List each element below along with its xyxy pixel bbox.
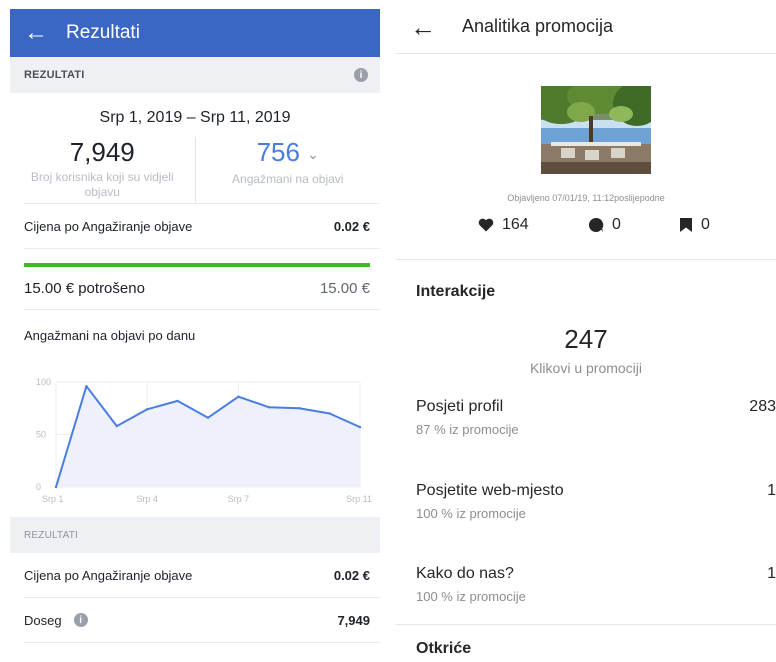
y-tick-label: 0 <box>36 482 41 492</box>
saves-metric: 0 <box>679 216 710 234</box>
info-icon[interactable]: i <box>354 68 368 82</box>
cost-value-2: 0.02 € <box>333 567 370 583</box>
x-tick-label: Srp 7 <box>228 494 250 504</box>
cost-label-2: Cijena po Angažiranje objave <box>24 567 193 583</box>
summary-stats: 7,949 Broj korisnika koji su vidjeli obj… <box>10 137 380 203</box>
engagement-chart: 0 50 100 Srp 1 Srp 4 Srp 7 Srp 11 <box>10 374 380 514</box>
results-header: ← Rezultati <box>10 9 380 57</box>
divider <box>24 642 380 643</box>
comments-count: 0 <box>612 216 621 233</box>
row-num: 1 <box>767 565 776 582</box>
separator <box>396 624 776 625</box>
reach-label: Broj korisnika koji su vidjeli objavu <box>30 170 174 199</box>
back-arrow-icon[interactable]: ← <box>410 14 436 40</box>
discovery-title: Otkriće <box>416 640 472 657</box>
x-tick-label: Srp 4 <box>136 494 158 504</box>
interactions-title: Interakcije <box>416 283 496 300</box>
series-area <box>56 386 360 487</box>
results-section-2: REZULTATI Cijena po Angažiranje objave 0… <box>10 517 380 643</box>
reach-stat: 7,949 Broj korisnika koji su vidjeli obj… <box>10 137 196 203</box>
engagement-stat[interactable]: 756 ⌄ Angažmani na objavi <box>196 137 381 203</box>
data-point <box>358 425 362 429</box>
divider <box>24 248 380 249</box>
engagement-value: 756 <box>256 137 300 167</box>
data-point <box>328 412 331 415</box>
x-tick-label: Srp 11 <box>346 494 372 504</box>
row-name: Posjeti profil <box>416 398 504 415</box>
row-pct: 87 % iz promocije <box>416 422 519 437</box>
results-section2-header: REZULTATI <box>10 517 380 553</box>
budget-spent-row: 15.00 € potrošeno 15.00 € <box>10 267 380 309</box>
engagement-chart-svg: 0 50 100 Srp 1 Srp 4 Srp 7 Srp 11 <box>36 377 372 504</box>
analytics-header: ← Analitika promocija <box>396 0 776 54</box>
results-section-header: REZULTATI i <box>10 57 380 93</box>
data-point <box>176 399 179 403</box>
data-point <box>85 385 88 388</box>
doseg-label-wrap: Doseg i <box>24 613 88 628</box>
section-label: REZULTATI <box>24 69 85 81</box>
clicks-label: Klikovi u promociji <box>529 360 643 376</box>
row-pct: 100 % iz promocije <box>416 589 526 604</box>
likes-metric: 164 <box>478 216 529 234</box>
y-tick-label: 50 <box>36 430 46 440</box>
website-visits-row: Posjetite web-mjesto 100 % iz promocije … <box>416 482 776 521</box>
likes-count: 164 <box>502 216 529 233</box>
results-title: Rezultati <box>66 22 140 43</box>
back-arrow-icon[interactable]: ← <box>24 21 48 45</box>
posted-date: Objavljeno 07/01/19, 11:12poslijepodne <box>507 193 665 203</box>
row-num: 1 <box>767 482 776 499</box>
reach-value: 7,949 <box>69 137 135 167</box>
doseg-value: 7,949 <box>337 612 370 628</box>
directions-row: Kako do nas? 100 % iz promocije 1 <box>416 565 776 604</box>
cost-per-engagement-row: Cijena po Angažiranje objave 0.02 € <box>10 204 380 248</box>
row-name: Kako do nas? <box>416 565 514 582</box>
comments-metric: 0 <box>588 216 621 234</box>
data-point <box>298 407 301 410</box>
spent-label: 15.00 € potrošeno <box>24 279 145 297</box>
profile-visits-row: Posjeti profil 87 % iz promocije 283 <box>416 398 776 437</box>
engagement-label: Angažmani na objavi <box>232 172 344 187</box>
section2-label: REZULTATI <box>24 529 79 541</box>
y-tick-label: 100 <box>36 377 51 387</box>
doseg-label: Doseg <box>24 612 62 628</box>
date-range: Srp 1, 2019 – Srp 11, 2019 <box>99 109 291 126</box>
data-point <box>267 406 270 409</box>
analytics-title: Analitika promocija <box>462 16 614 36</box>
row-name: Posjetite web-mjesto <box>416 482 564 499</box>
data-point <box>54 485 58 489</box>
saves-count: 0 <box>701 216 710 233</box>
heart-icon <box>478 218 494 232</box>
cost-label: Cijena po Angažiranje objave <box>24 218 193 234</box>
engagement-value-wrap[interactable]: 756 ⌄ <box>196 137 381 169</box>
clicks-value: 247 <box>564 324 608 354</box>
post-thumbnail[interactable] <box>541 86 651 174</box>
data-point <box>237 395 240 398</box>
chart-title: Angažmani na objavi po danu <box>24 328 196 343</box>
info-icon[interactable]: i <box>73 613 88 627</box>
data-point <box>146 408 149 411</box>
budget-total: 15.00 € <box>319 279 370 297</box>
data-point <box>115 424 119 428</box>
x-tick-label: Srp 1 <box>42 494 64 504</box>
row-pct: 100 % iz promocije <box>416 506 526 521</box>
cost-per-engagement-row-2: Cijena po Angažiranje objave 0.02 € <box>10 553 380 597</box>
separator <box>396 259 776 260</box>
chevron-down-icon[interactable]: ⌄ <box>307 146 319 162</box>
row-num: 283 <box>749 398 776 415</box>
results-panel: ← Rezultati REZULTATI i Srp 1, 2019 – Sr… <box>10 9 380 662</box>
cost-value: 0.02 € <box>333 218 370 234</box>
post-metrics: 164 0 0 <box>396 216 776 242</box>
promotion-analytics-panel: ← Analitika promocija Objavljeno 07/01/1… <box>396 0 776 662</box>
doseg-row: Doseg i 7,949 <box>10 598 380 642</box>
comment-icon <box>588 217 604 232</box>
data-point <box>206 416 210 419</box>
bookmark-icon <box>680 218 692 232</box>
